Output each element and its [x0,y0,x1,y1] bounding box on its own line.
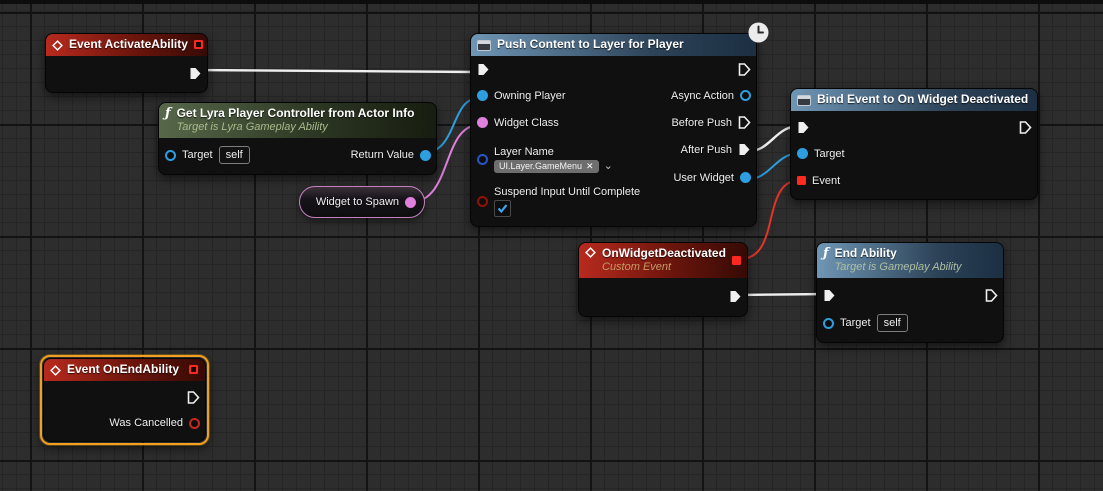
blueprint-canvas[interactable]: Event ActivateAbility ƒ Get Lyra Player … [0,0,1103,491]
target-value-input[interactable]: self [219,146,250,164]
async-action-pin[interactable] [740,90,751,101]
wire-onwidgetdeactivated-to-endability[interactable] [735,294,828,295]
node-subtitle: Target is Gameplay Ability [835,261,962,274]
widget-to-spawn-pin[interactable] [405,197,416,208]
tag-remove-icon[interactable]: ✕ [586,161,594,172]
node-get-lyra-player-controller[interactable]: ƒ Get Lyra Player Controller from Actor … [158,102,437,175]
node-subtitle: Custom Event [602,261,726,274]
canvas-top-edge [0,0,1103,4]
after-push-label: After Push [681,144,732,156]
node-end-ability[interactable]: ƒ End Ability Target is Gameplay Ability… [816,242,1004,343]
node-push-content-to-layer[interactable]: Push Content to Layer for Player Owning … [470,33,757,227]
node-title: Push Content to Layer for Player [497,37,684,52]
delegate-pin[interactable] [732,256,741,265]
selection-outline: Event OnEndAbility Was Cancelled [40,355,209,445]
bind-target-pin[interactable] [797,148,808,159]
exec-out-pin[interactable] [189,67,202,80]
before-push-pin[interactable] [738,116,751,129]
gameplay-tag-chip[interactable]: UI.Layer.GameMenu ✕ [494,160,599,173]
async-task-icon [477,40,491,51]
before-push-label: Before Push [671,117,732,129]
node-event-activate-ability[interactable]: Event ActivateAbility [45,33,208,93]
exec-out-pin[interactable] [985,289,998,302]
exec-out-pin[interactable] [729,290,742,303]
event-icon [585,247,596,258]
target-label: Target [182,149,213,161]
target-pin[interactable] [165,150,176,161]
node-title: Event ActivateAbility [69,37,188,52]
user-widget-pin[interactable] [740,172,751,183]
function-icon: ƒ [823,247,829,260]
node-widget-to-spawn[interactable]: Widget to Spawn [299,186,425,218]
owning-player-label: Owning Player [494,90,566,102]
bind-event-label: Event [812,175,840,187]
bind-event-icon [797,95,811,106]
async-action-label: Async Action [671,90,734,102]
node-on-widget-deactivated[interactable]: OnWidgetDeactivated Custom Event [578,242,748,317]
suspend-input-pin[interactable] [477,196,488,207]
was-cancelled-label: Was Cancelled [109,417,183,429]
node-bind-event-on-widget-deactivated[interactable]: Bind Event to On Widget Deactivated Targ… [790,88,1038,200]
gameplay-tag-value: UI.Layer.GameMenu [499,161,582,172]
node-title: End Ability [835,246,962,261]
suspend-input-label: Suspend Input Until Complete [494,186,640,198]
suspend-input-checkbox[interactable] [494,200,511,217]
widget-class-pin[interactable] [477,117,488,128]
event-icon [52,40,63,51]
owning-player-pin[interactable] [477,90,488,101]
target-label: Target [840,317,871,329]
node-title: Event OnEndAbility [67,362,179,377]
return-value-pin[interactable] [420,150,431,161]
user-widget-label: User Widget [673,172,734,184]
chevron-down-icon[interactable]: ⌄ [604,161,613,171]
node-title: OnWidgetDeactivated [602,246,726,261]
exec-out-pin[interactable] [738,63,751,76]
event-icon [50,365,61,376]
bind-target-label: Target [814,148,845,160]
wire-exec-activate-to-push[interactable] [193,70,478,72]
node-title: Bind Event to On Widget Deactivated [817,92,1028,107]
node-event-on-end-ability[interactable]: Event OnEndAbility Was Cancelled [43,358,206,442]
bind-event-delegate-pin[interactable] [797,176,806,185]
layer-name-pin[interactable] [477,154,488,165]
exec-in-pin[interactable] [797,121,810,134]
target-value-input[interactable]: self [877,314,908,332]
exec-out-pin[interactable] [187,391,200,404]
node-title: Get Lyra Player Controller from Actor In… [177,106,415,121]
variable-label: Widget to Spawn [316,196,399,208]
was-cancelled-pin[interactable] [189,418,200,429]
node-subtitle: Target is Lyra Gameplay Ability [177,121,415,134]
exec-out-pin[interactable] [1019,121,1032,134]
latent-clock-icon [748,22,769,48]
target-pin[interactable] [823,318,834,329]
layer-name-label: Layer Name [494,146,613,158]
delegate-pin[interactable] [194,40,203,49]
function-icon: ƒ [165,107,171,120]
return-value-label: Return Value [351,149,414,161]
delegate-pin[interactable] [189,365,198,374]
after-push-pin[interactable] [738,143,751,156]
widget-class-label: Widget Class [494,117,559,129]
exec-in-pin[interactable] [823,289,836,302]
exec-in-pin[interactable] [477,63,490,76]
